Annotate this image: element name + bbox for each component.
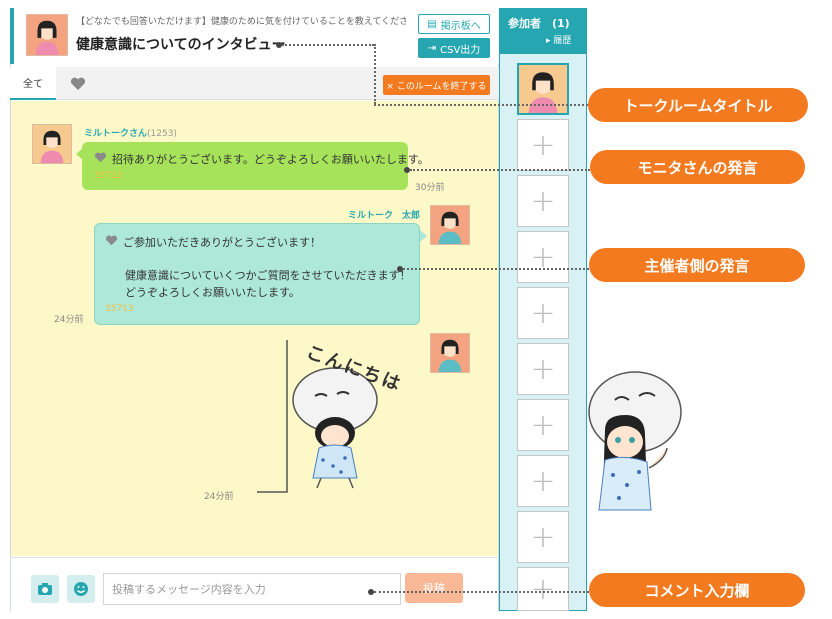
message-sender: ミルトーク 太郎 (348, 211, 421, 221)
tab-favorites[interactable] (58, 67, 98, 100)
callout-organizer: 主催者側の発言 (589, 248, 805, 282)
monitor-message-bubble: 招待ありがとうございます。どうぞよろしくお願いいたします。 35712 (82, 142, 429, 190)
end-room-button[interactable]: × このルームを終了する (383, 75, 490, 95)
clipboard-icon: ▤ (427, 18, 437, 30)
heart-icon (70, 77, 86, 90)
add-participant-slot[interactable]: + (517, 175, 569, 227)
room-title: 健康意識についてのインタビュー (76, 37, 286, 53)
callout-room-title: トークルームタイトル (588, 88, 808, 122)
message-time: 30分前 (415, 183, 445, 193)
message-text: ご参加いただきありがとうございます！ (123, 236, 321, 249)
callout-comment: コメント入力欄 (589, 573, 805, 607)
message-number: 35712 (94, 171, 123, 181)
room-avatar (26, 14, 68, 56)
callout-leader (403, 268, 589, 270)
add-participant-slot[interactable]: + (517, 343, 569, 395)
heart-icon[interactable] (105, 235, 118, 246)
add-participant-slot[interactable]: + (517, 511, 569, 563)
message-input[interactable] (103, 573, 401, 605)
room-subtitle: 【どなたでも回答いただけます】健康のために気を付けていることを教えてください。 (76, 17, 406, 27)
message-text: どうぞよろしくお願いいたします。 (125, 286, 300, 299)
person-icon (40, 130, 64, 163)
export-icon: ⇥ (427, 42, 437, 54)
message-time: 24分前 (204, 492, 234, 502)
post-button[interactable]: 投稿 (405, 573, 463, 603)
bubble-tail (420, 230, 427, 242)
message-sender: ミルトークさん(1253) (84, 129, 177, 139)
smile-icon (74, 582, 88, 596)
board-button[interactable]: ▤ 掲示板へ (418, 14, 490, 34)
mascot-illustration (588, 371, 682, 511)
history-link[interactable]: ▸ 履歴 (546, 33, 571, 46)
participants-title: 参加者 (1) (508, 17, 570, 30)
message-text: 招待ありがとうございます。どうぞよろしくお願いいたします。 (112, 153, 429, 166)
camera-button[interactable] (31, 575, 59, 603)
message-time: 24分前 (54, 315, 84, 325)
callout-leader (374, 44, 376, 104)
person-icon (35, 20, 59, 55)
add-participant-slot[interactable]: + (517, 455, 569, 507)
organizer-avatar (430, 205, 470, 245)
callout-leader (374, 104, 588, 106)
add-participant-slot[interactable]: + (517, 287, 569, 339)
callout-leader (374, 591, 589, 593)
heart-icon[interactable] (94, 152, 107, 163)
add-participant-slot[interactable]: + (517, 231, 569, 283)
add-participant-slot[interactable]: + (517, 119, 569, 171)
add-participant-slot[interactable]: + (517, 567, 569, 611)
emoji-button[interactable] (67, 575, 95, 603)
participant-avatar[interactable] (517, 63, 569, 115)
callout-leader (282, 44, 374, 46)
bubble-tail (76, 148, 83, 160)
callout-leader (410, 169, 590, 171)
person-icon (438, 211, 462, 244)
monitor-avatar (32, 124, 72, 164)
csv-export-button[interactable]: ⇥ CSV出力 (418, 38, 490, 58)
callout-monitor: モニタさんの発言 (590, 150, 805, 184)
organizer-message-bubble: ご参加いただきありがとうございます！ 健康意識についていくつかご質問をさせていた… (94, 223, 420, 325)
tab-all[interactable]: 全て (10, 67, 56, 100)
person-icon (438, 339, 462, 372)
organizer-avatar (430, 333, 470, 373)
message-number: 35713 (105, 304, 134, 314)
add-participant-slot[interactable]: + (517, 399, 569, 451)
camera-icon (38, 583, 52, 595)
message-text: 健康意識についていくつかご質問をさせていただきます！ (125, 269, 411, 282)
